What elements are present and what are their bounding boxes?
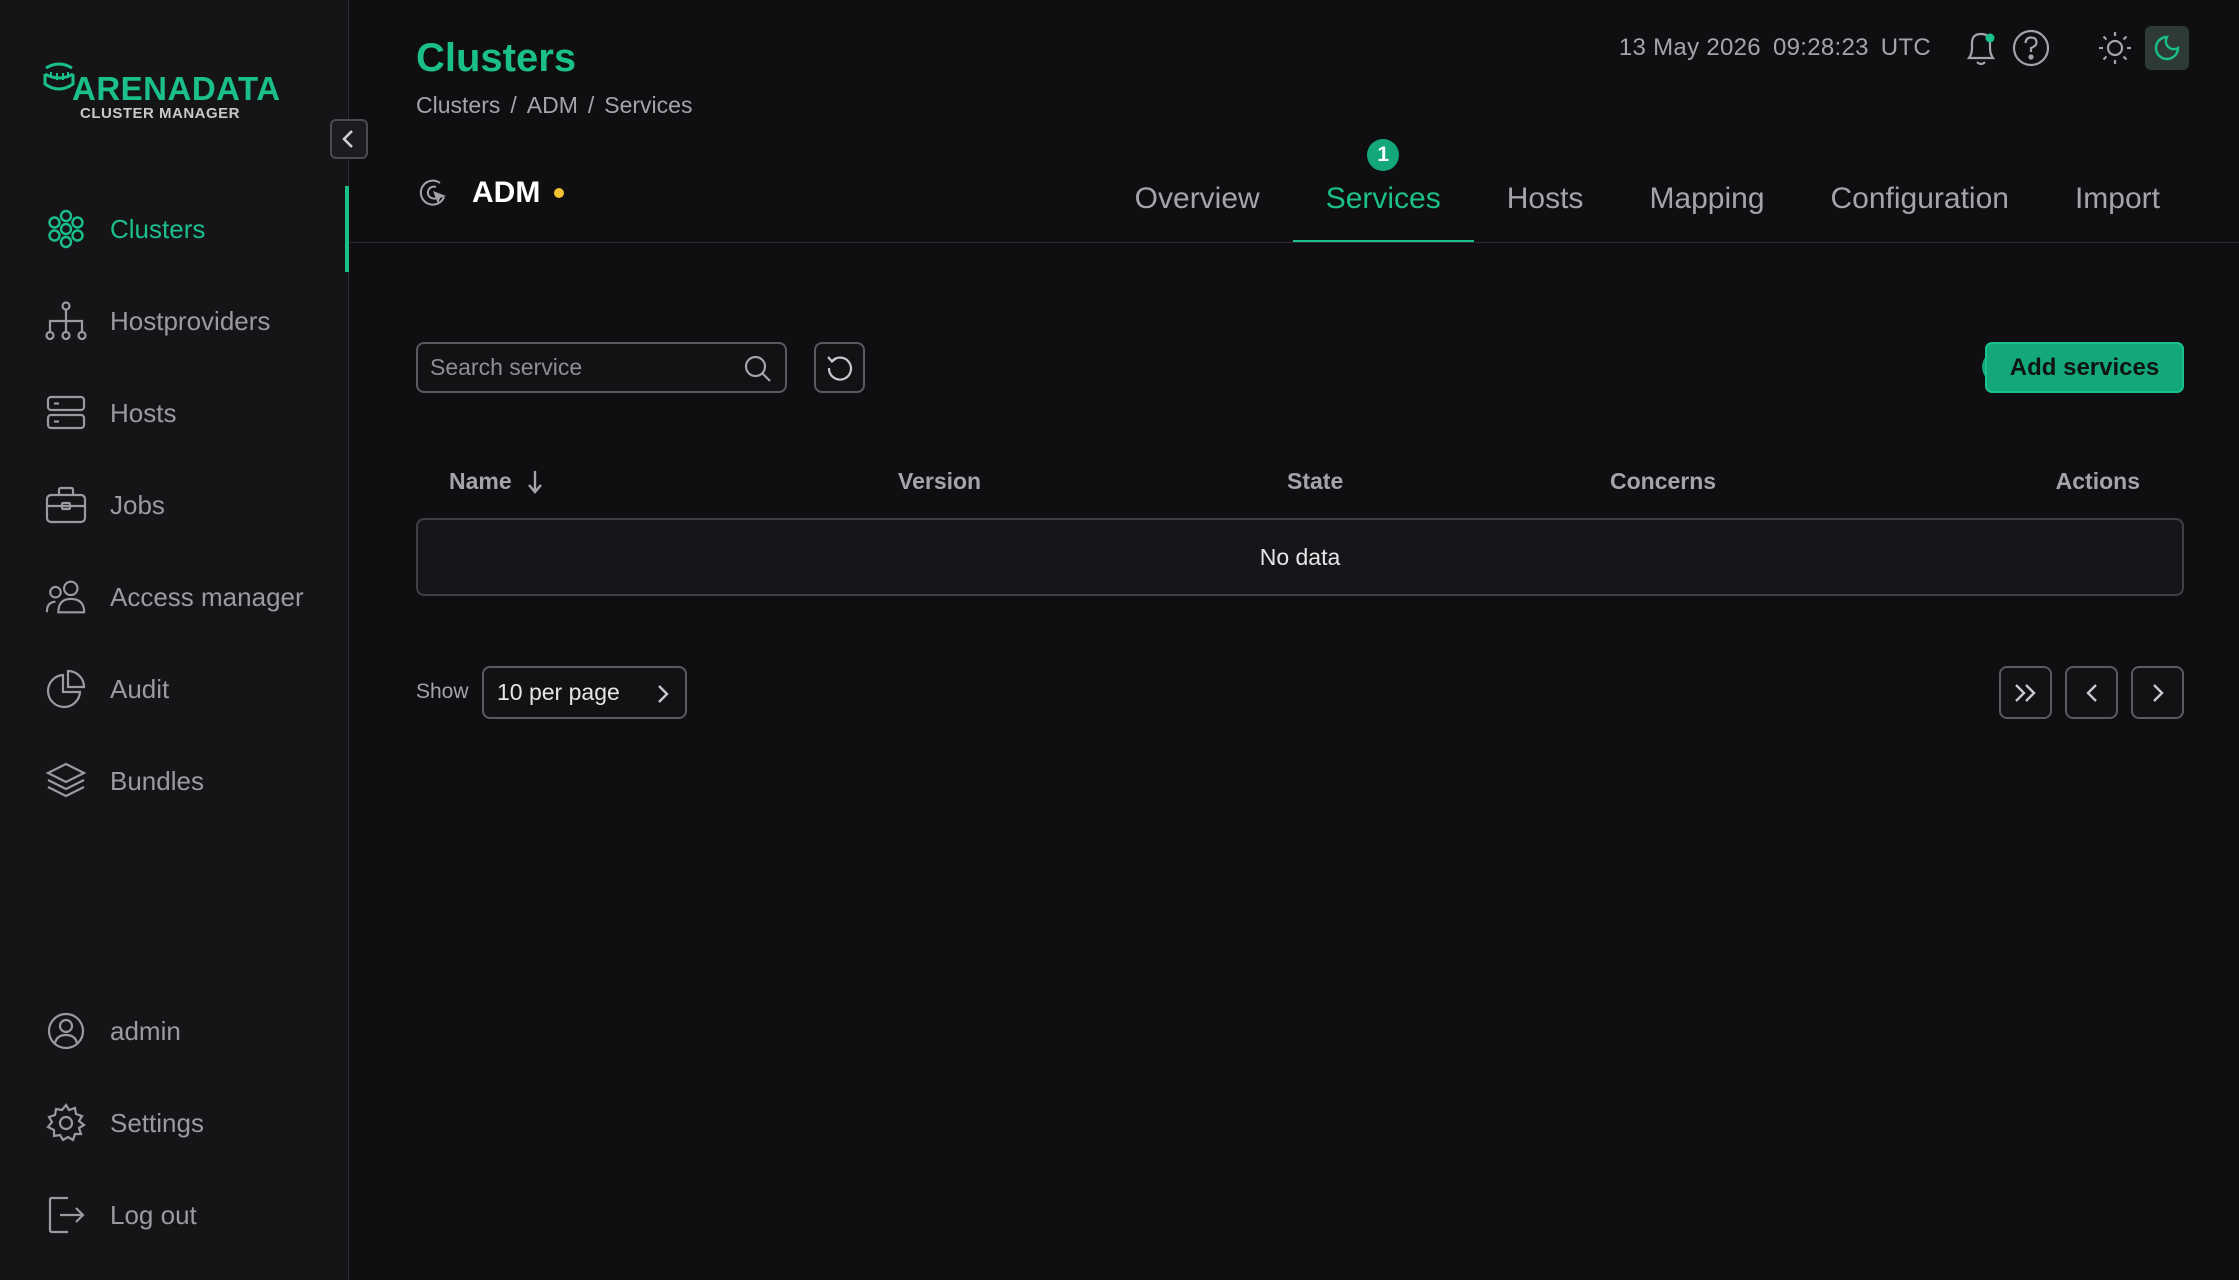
breadcrumb-separator: / <box>510 92 517 118</box>
search-icon[interactable] <box>743 354 773 384</box>
tab-overview[interactable]: Overview <box>1102 165 1293 243</box>
jobs-icon <box>44 483 88 527</box>
date-text: 13 May 2026 <box>1618 34 1761 61</box>
sidebar-item-label: Log out <box>110 1199 197 1230</box>
show-label: Show <box>416 680 469 703</box>
sidebar-item-label: Hosts <box>110 397 177 428</box>
audit-icon <box>44 667 88 711</box>
sidebar: ARENADATA CLUSTER MANAGER Clusters Hostp… <box>0 0 349 1280</box>
logo-wordmark: ARENADATA <box>72 70 281 107</box>
chevron-right-icon <box>658 685 669 703</box>
bundles-icon <box>44 759 88 803</box>
sidebar-item-bundles[interactable]: Bundles <box>0 738 349 824</box>
cluster-header: ADM <box>416 175 565 211</box>
add-services-button[interactable]: Add services <box>1985 342 2184 393</box>
tab-hosts[interactable]: Hosts <box>1474 165 1617 243</box>
sidebar-item-hosts[interactable]: Hosts <box>0 370 349 456</box>
settings-icon <box>44 1101 88 1145</box>
light-theme-button[interactable] <box>2093 26 2137 70</box>
tab-import[interactable]: Import <box>2042 165 2193 243</box>
tab-mapping[interactable]: Mapping <box>1616 165 1797 243</box>
empty-table-row: No data <box>416 518 2184 596</box>
hosts-icon <box>44 391 88 435</box>
sidebar-item-audit[interactable]: Audit <box>0 646 349 732</box>
topbar: 13 May 2026 09:28:23 UTC <box>1619 26 2189 70</box>
step-badge: 1 <box>1367 139 1400 171</box>
breadcrumb-item-clusters[interactable]: Clusters <box>416 92 500 119</box>
sidebar-item-label: Access manager <box>110 581 304 612</box>
hostproviders-icon <box>44 299 88 343</box>
next-page-button[interactable] <box>2131 666 2184 719</box>
sun-icon <box>2099 32 2131 64</box>
logo-mark-icon <box>43 62 75 91</box>
sidebar-item-label: Audit <box>110 673 170 704</box>
user-icon <box>44 1009 88 1053</box>
dark-theme-button[interactable] <box>2145 26 2189 70</box>
tabs-divider <box>350 242 2239 243</box>
refresh-icon <box>826 355 852 381</box>
breadcrumb-separator: / <box>587 92 595 118</box>
sidebar-item-label: admin <box>110 1015 181 1046</box>
column-header-state: State <box>1287 468 1344 494</box>
timezone-text: UTC <box>1880 34 1931 61</box>
column-label: Name <box>449 468 512 494</box>
chevron-left-icon <box>2085 683 2097 702</box>
sidebar-item-label: Settings <box>110 1107 204 1138</box>
page-title: Clusters <box>416 36 577 80</box>
notifications-button[interactable] <box>1959 26 2003 70</box>
tab-configuration[interactable]: Configuration <box>1798 165 2042 243</box>
tab-label: Services <box>1325 182 1441 215</box>
search-field[interactable] <box>416 342 787 393</box>
sidebar-item-label: Bundles <box>110 765 204 796</box>
sidebar-item-hostproviders[interactable]: Hostproviders <box>0 278 349 364</box>
bell-icon <box>1966 32 1996 66</box>
reset-button[interactable] <box>814 342 865 393</box>
moon-icon <box>2154 35 2180 61</box>
sidebar-item-label: Hostproviders <box>110 305 271 336</box>
datetime: 13 May 2026 09:28:23 UTC <box>1619 34 1931 62</box>
clusters-icon <box>44 207 88 251</box>
column-header-actions: Actions <box>2055 468 2140 494</box>
sidebar-item-settings[interactable]: Settings <box>0 1080 349 1166</box>
tab-label: Configuration <box>1830 182 2009 215</box>
cluster-tabs: Overview 1 Services Hosts Mapping Config… <box>1102 139 2193 243</box>
sidebar-item-jobs[interactable]: Jobs <box>0 462 349 548</box>
tab-label: Import <box>2074 182 2160 215</box>
per-page-value: 10 per page <box>497 679 620 705</box>
sidebar-item-label: Clusters <box>110 213 206 244</box>
main-content: Clusters Clusters / ADM / Services 13 Ma… <box>350 0 2239 1280</box>
first-page-button[interactable] <box>1999 666 2052 719</box>
breadcrumb: Clusters / ADM / Services <box>416 92 692 119</box>
arenadata-logo[interactable]: ARENADATA CLUSTER MANAGER <box>42 62 280 124</box>
sidebar-item-label: Jobs <box>110 489 165 520</box>
double-chevron-icon <box>2014 683 2036 702</box>
sidebar-item-admin[interactable]: admin <box>0 988 349 1074</box>
column-header-name[interactable]: Name <box>449 468 544 495</box>
logout-icon <box>44 1193 88 1237</box>
sidebar-item-access-manager[interactable]: Access manager <box>0 554 349 640</box>
cluster-name: ADM <box>472 176 541 209</box>
cluster-status-dot <box>554 188 565 198</box>
access-manager-icon <box>44 575 88 619</box>
tab-services[interactable]: 1 Services <box>1292 139 1474 243</box>
help-button[interactable] <box>2009 26 2053 70</box>
tab-label: Hosts <box>1506 182 1584 215</box>
cluster-link-icon[interactable] <box>416 175 452 211</box>
prev-page-button[interactable] <box>2065 666 2118 719</box>
breadcrumb-item-services: Services <box>604 92 693 118</box>
sort-down-icon <box>527 470 542 494</box>
sidebar-item-clusters[interactable]: Clusters <box>0 186 349 272</box>
sidebar-item-logout[interactable]: Log out <box>0 1172 349 1258</box>
search-input[interactable] <box>418 354 718 381</box>
tab-label: Overview <box>1134 182 1260 215</box>
logo-subtitle: CLUSTER MANAGER <box>80 105 240 122</box>
column-header-concerns: Concerns <box>1610 468 1717 494</box>
tab-label: Mapping <box>1649 182 1765 215</box>
breadcrumb-item-adm[interactable]: ADM <box>527 92 578 119</box>
help-icon <box>2012 29 2050 67</box>
chevron-right-icon <box>2152 683 2164 702</box>
column-header-version: Version <box>898 468 982 494</box>
per-page-select[interactable]: 10 per page <box>482 666 687 719</box>
time-text: 09:28:23 <box>1772 34 1869 61</box>
